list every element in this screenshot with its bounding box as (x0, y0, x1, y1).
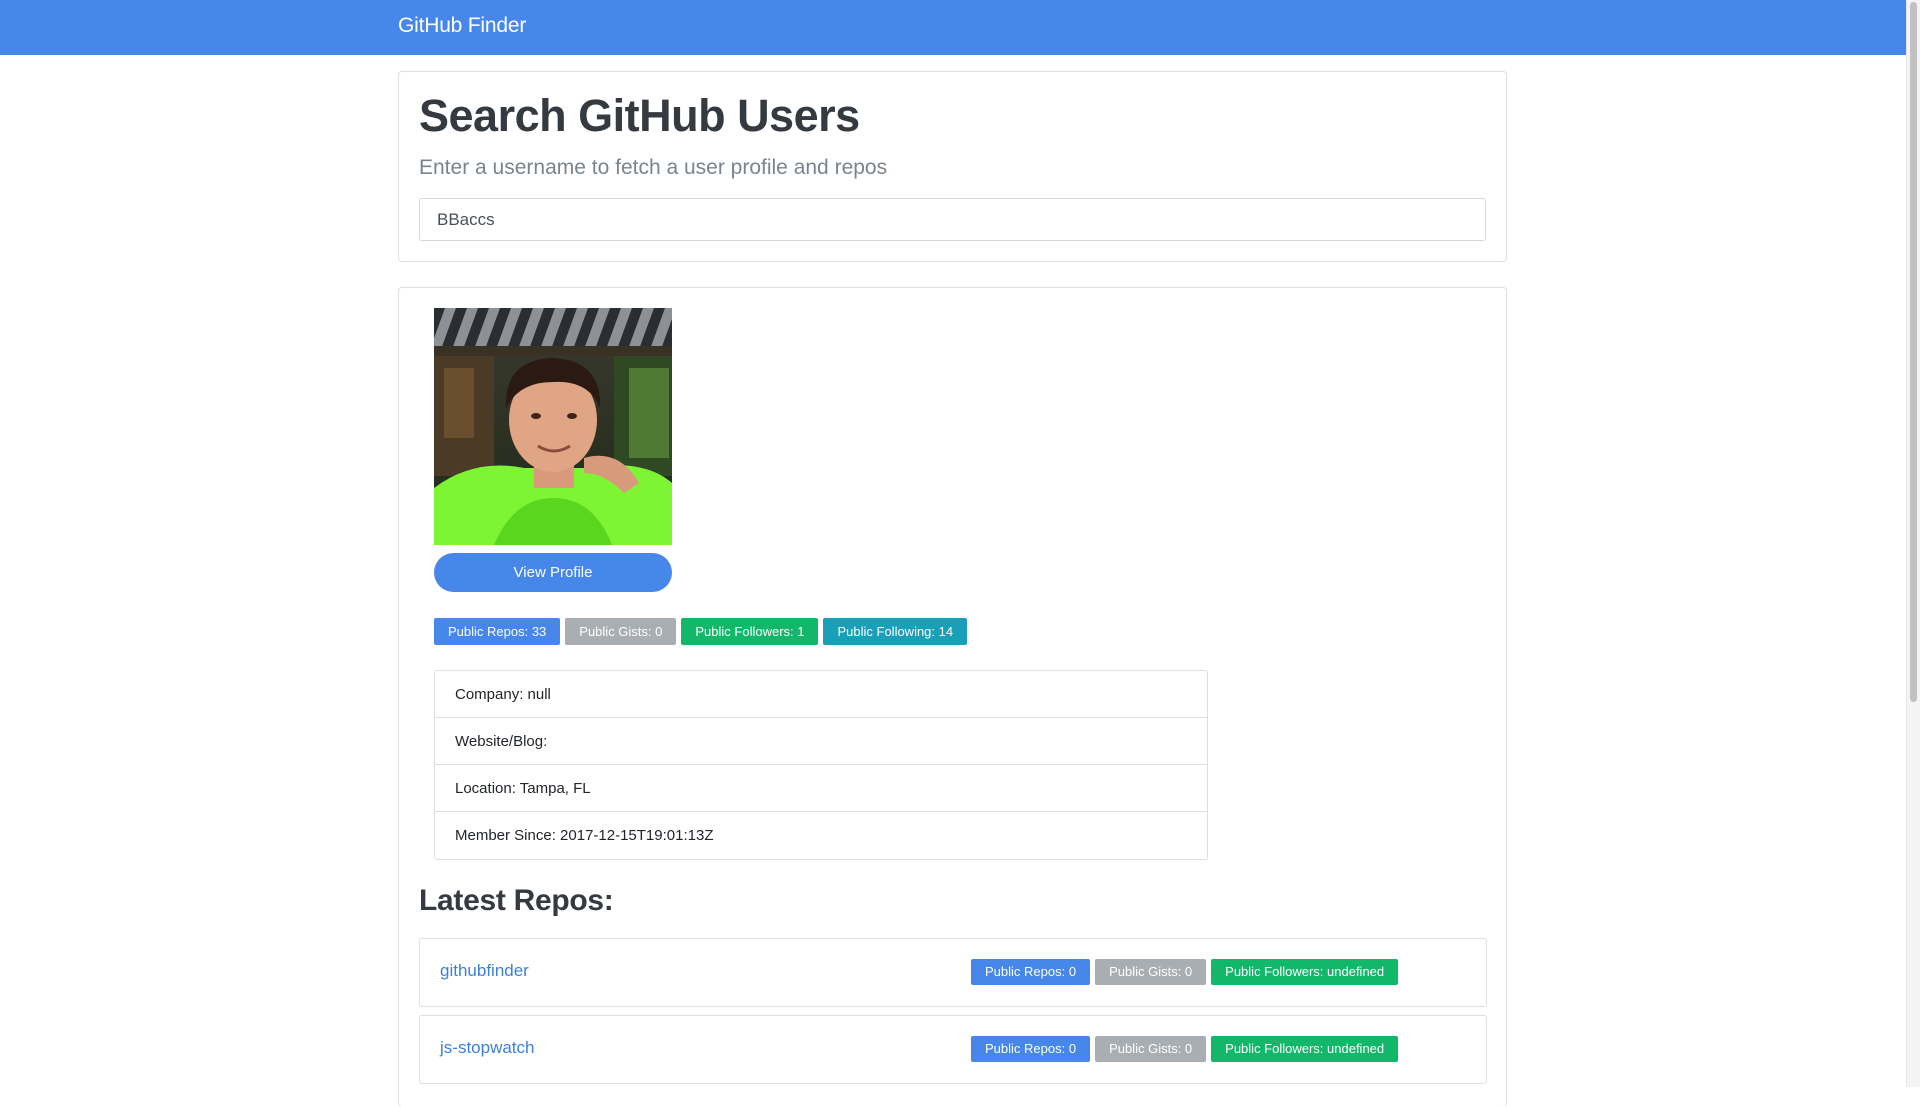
public-repos-badge: Public Repos: 33 (434, 618, 561, 645)
repo-card: js-stopwatch Public Repos: 0 Public Gist… (419, 1015, 1487, 1084)
repo-public-repos-badge: Public Repos: 0 (971, 1036, 1091, 1062)
latest-repos-heading: Latest Repos: (419, 884, 614, 917)
search-card: Search GitHub Users Enter a username to … (398, 71, 1507, 262)
navbar: GitHub Finder (0, 0, 1906, 55)
search-input[interactable] (419, 198, 1486, 241)
public-following-badge: Public Following: 14 (823, 618, 968, 645)
repo-link[interactable]: githubfinder (440, 961, 529, 981)
scrollbar-thumb[interactable] (1910, 2, 1917, 702)
member-since-item: Member Since: 2017-12-15T19:01:13Z (455, 827, 714, 844)
public-followers-badge: Public Followers: 1 (681, 618, 819, 645)
profile-stats: Public Repos: 33 Public Gists: 0 Public … (434, 618, 968, 645)
repo-public-gists-badge: Public Gists: 0 (1095, 1036, 1207, 1062)
repo-public-followers-badge: Public Followers: undefined (1211, 959, 1399, 985)
view-profile-button[interactable]: View Profile (434, 553, 672, 592)
profile-card: View Profile Public Repos: 33 Public Gis… (398, 287, 1507, 1107)
repo-stats: Public Repos: 0 Public Gists: 0 Public F… (971, 959, 1399, 985)
repo-card: githubfinder Public Repos: 0 Public Gist… (419, 938, 1487, 1007)
brand-link[interactable]: GitHub Finder (398, 14, 526, 38)
public-gists-badge: Public Gists: 0 (565, 618, 677, 645)
profile-info-list: Company: null Website/Blog: Location: Ta… (434, 670, 1208, 860)
website-item: Website/Blog: (435, 718, 1207, 765)
company-item: Company: null (435, 671, 1207, 718)
avatar (434, 308, 672, 545)
vertical-scrollbar[interactable] (1906, 0, 1920, 1087)
repo-link[interactable]: js-stopwatch (440, 1038, 534, 1058)
repo-public-repos-badge: Public Repos: 0 (971, 959, 1091, 985)
page-subtitle: Enter a username to fetch a user profile… (419, 156, 888, 179)
repo-public-gists-badge: Public Gists: 0 (1095, 959, 1207, 985)
repo-stats: Public Repos: 0 Public Gists: 0 Public F… (971, 1036, 1399, 1062)
page-title: Search GitHub Users (419, 90, 860, 141)
location-item: Location: Tampa, FL (435, 765, 1207, 812)
repo-public-followers-badge: Public Followers: undefined (1211, 1036, 1399, 1062)
